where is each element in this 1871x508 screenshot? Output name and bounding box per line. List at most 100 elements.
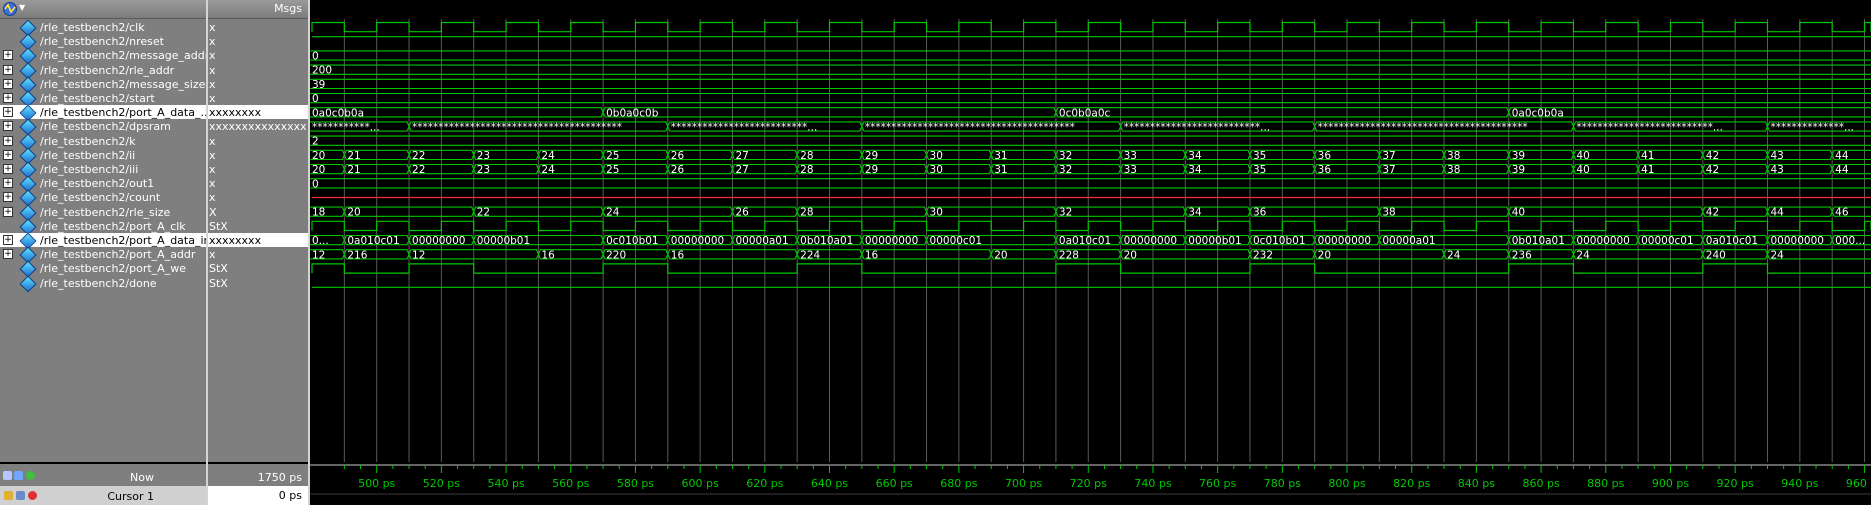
signal-value-row[interactable]: x (208, 77, 308, 91)
signal-value-row[interactable]: X (208, 205, 308, 219)
signal-row[interactable]: + /rle_testbench2/k (0, 133, 206, 151)
lock-icon[interactable] (4, 491, 13, 500)
signal-row[interactable]: + /rle_testbench2/ii (0, 147, 206, 165)
signal-row[interactable]: + /rle_testbench2/count (0, 189, 206, 207)
signal-row[interactable]: /rle_testbench2/done (0, 275, 206, 293)
signal-row[interactable]: + /rle_testbench2/iii (0, 161, 206, 179)
expand-icon[interactable]: + (3, 135, 13, 146)
expand-icon[interactable]: + (3, 164, 13, 174)
signal-name: /rle_testbench2/iii (40, 163, 139, 176)
bus-value-label: 46 (1835, 207, 1849, 219)
bus-value-label: **************************************** (865, 122, 1075, 134)
expand-icon[interactable]: + (3, 206, 13, 217)
expand-icon[interactable]: + (3, 50, 13, 61)
delete-cursor-icon[interactable] (28, 491, 37, 500)
signal-row[interactable]: + /rle_testbench2/message_size (0, 76, 206, 94)
cursor-row[interactable]: Cursor 1 (0, 486, 206, 505)
signal-value-row[interactable]: x (208, 134, 308, 148)
signal-value-row[interactable]: StX (208, 261, 308, 275)
bus-value-label: 39 (1512, 150, 1525, 162)
add-cursor-icon[interactable] (26, 471, 35, 480)
signal-value-row[interactable]: xxxxxxxx (208, 105, 308, 120)
bus-value-label: 236 (1512, 249, 1532, 261)
pane-splitter[interactable] (308, 0, 310, 505)
bus-value-label: 44 (1770, 207, 1784, 219)
expand-icon[interactable]: + (3, 121, 13, 132)
expand-icon[interactable]: + (3, 192, 13, 203)
bus-value-label: 12 (412, 249, 425, 261)
signal-row[interactable]: /rle_testbench2/port_A_clk (0, 218, 206, 236)
bus-value-label: 28 (800, 150, 813, 162)
bus-value-label: 12 (312, 249, 325, 261)
signal-row[interactable]: /rle_testbench2/port_A_we (0, 260, 206, 278)
bus-value-label: 36 (1318, 164, 1332, 176)
signal-name: /rle_testbench2/start (40, 92, 155, 105)
bus-value-label: 00000c01 (1641, 235, 1694, 247)
ruler-tick-label: 800 ps (1328, 477, 1365, 490)
signal-value-row[interactable]: x (208, 63, 308, 77)
bus-value-label: 240 (1706, 249, 1726, 261)
bus-value-label: 32 (1059, 164, 1072, 176)
signal-row[interactable]: + /rle_testbench2/port_A_data_in (0, 232, 206, 250)
signal-value-row[interactable]: x (208, 247, 308, 261)
signal-value-row[interactable]: x (208, 34, 308, 48)
signal-names-pane[interactable]: /rle_testbench2/clk/rle_testbench2/nrese… (0, 19, 206, 462)
waveform-pane[interactable]: 0 200 39 0 0a0c0b0a 0b0a0c0b 0c0b0a0c 0a0c0b0a *… (310, 19, 1871, 462)
signal-values-pane[interactable]: xxxxxxxxxxxxxxxxxxxxxxxxxxxxxxxxxxxxXStX… (208, 19, 308, 462)
signal-row[interactable]: /rle_testbench2/clk (0, 19, 206, 37)
expand-icon[interactable]: + (3, 235, 13, 245)
wave-icon[interactable] (14, 471, 23, 480)
signal-row[interactable]: + /rle_testbench2/out1 (0, 175, 206, 193)
signal-value-row[interactable]: x (208, 148, 308, 162)
signal-name: /rle_testbench2/message_size (40, 77, 206, 91)
signal-value-row[interactable]: StX (208, 276, 308, 290)
ruler-tick-label: 820 ps (1393, 477, 1430, 490)
signal-value-row[interactable]: x (208, 190, 308, 204)
expand-icon[interactable]: + (3, 178, 13, 189)
ruler-tick-label: 500 ps (358, 477, 395, 490)
expand-icon[interactable]: + (3, 64, 13, 75)
signal-row[interactable]: + /rle_testbench2/port_A_addr (0, 246, 206, 264)
signal-value-row[interactable]: x (208, 91, 308, 105)
signal-value-row[interactable]: xxxxxxxxxxxxxxxxx (208, 119, 308, 133)
signal-value: StX (209, 262, 228, 276)
signal-row[interactable]: + /rle_testbench2/dpsram (0, 118, 206, 136)
signal-row[interactable]: + /rle_testbench2/port_A_data_... (0, 104, 206, 122)
bus-value-label: 000... (1835, 235, 1865, 247)
signal-value-row[interactable]: xxxxxxxx (208, 233, 308, 248)
signal-row[interactable]: + /rle_testbench2/start (0, 90, 206, 108)
signal-value-row[interactable]: x (208, 176, 308, 190)
expand-icon[interactable]: + (3, 149, 13, 160)
signal-value-row[interactable]: x (208, 20, 308, 34)
bus-value-label: 38 (1382, 207, 1395, 219)
pane-splitter[interactable] (206, 0, 208, 505)
expand-icon[interactable]: + (3, 249, 13, 260)
bus-segment (310, 92, 1871, 104)
signal-name: /rle_testbench2/message_addr (40, 49, 206, 63)
bus-value-label: 41 (1641, 150, 1654, 162)
timeline-ruler[interactable]: 500 ps 520 ps 540 ps 560 ps 580 ps 600 ps 620 … (310, 464, 1871, 505)
signal-value-row[interactable]: x (208, 162, 308, 176)
wave-app-icon[interactable] (2, 1, 18, 17)
bus-value-label: 22 (477, 207, 490, 219)
signal-value: x (209, 35, 216, 49)
signal-row[interactable]: + /rle_testbench2/rle_addr (0, 62, 206, 80)
expand-icon[interactable]: + (3, 78, 13, 89)
edit-cursor-icon[interactable] (16, 491, 25, 500)
zoom-icon[interactable] (3, 471, 12, 480)
signal-value-row[interactable]: StX (208, 219, 308, 233)
signal-row[interactable]: + /rle_testbench2/message_addr (0, 47, 206, 65)
expand-icon[interactable]: + (3, 93, 13, 103)
signal-row[interactable]: /rle_testbench2/nreset (0, 33, 206, 51)
chevron-down-icon[interactable]: ▼ (19, 3, 25, 12)
signal-row[interactable]: + /rle_testbench2/rle_size (0, 204, 206, 222)
bus-value-label: 20 (312, 164, 325, 176)
ruler-tick-label: 860 ps (1522, 477, 1559, 490)
bus-value-label: 28 (800, 207, 813, 219)
cursor-value-box[interactable]: 0 ps (208, 486, 308, 505)
expand-icon[interactable]: + (3, 107, 13, 118)
bus-value-label: 26 (735, 207, 749, 219)
signal-name: /rle_testbench2/port_A_clk (40, 219, 186, 233)
signal-value-row[interactable]: x (208, 48, 308, 62)
bus-value-label: 00000000 (671, 235, 724, 247)
